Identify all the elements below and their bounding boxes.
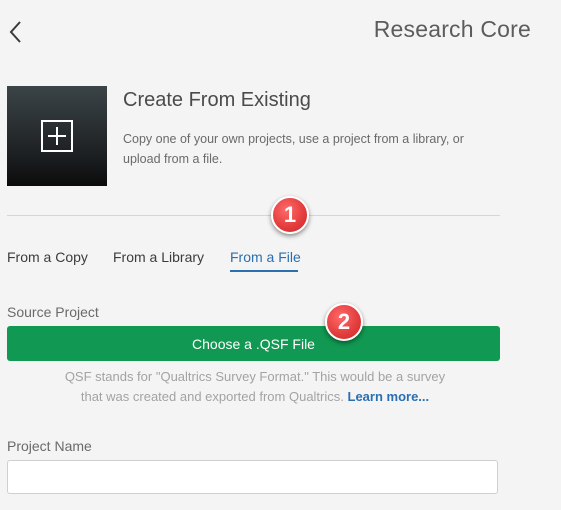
active-tab-indicator	[230, 270, 298, 272]
choose-qsf-file-button[interactable]: Choose a .QSF File	[7, 326, 500, 361]
source-project-label: Source Project	[7, 304, 99, 320]
option-title: Create From Existing	[123, 89, 311, 111]
project-name-label: Project Name	[7, 438, 92, 454]
back-button[interactable]	[6, 19, 26, 45]
plus-square-icon	[41, 120, 73, 152]
create-thumbnail	[7, 86, 107, 186]
annotation-marker-2: 2	[325, 303, 363, 341]
tab-from-a-file[interactable]: From a File	[230, 249, 301, 265]
qsf-help-text: QSF stands for "Qualtrics Survey Format.…	[60, 367, 450, 407]
product-title: Research Core	[373, 16, 531, 42]
learn-more-link[interactable]: Learn more...	[348, 389, 430, 404]
option-description: Copy one of your own projects, use a pro…	[123, 132, 464, 166]
chevron-left-icon	[9, 21, 21, 43]
annotation-marker-1: 1	[271, 196, 309, 234]
divider	[7, 215, 500, 216]
project-name-input[interactable]	[7, 460, 498, 494]
tab-from-a-library[interactable]: From a Library	[113, 249, 204, 265]
tab-from-a-copy[interactable]: From a Copy	[7, 249, 88, 265]
